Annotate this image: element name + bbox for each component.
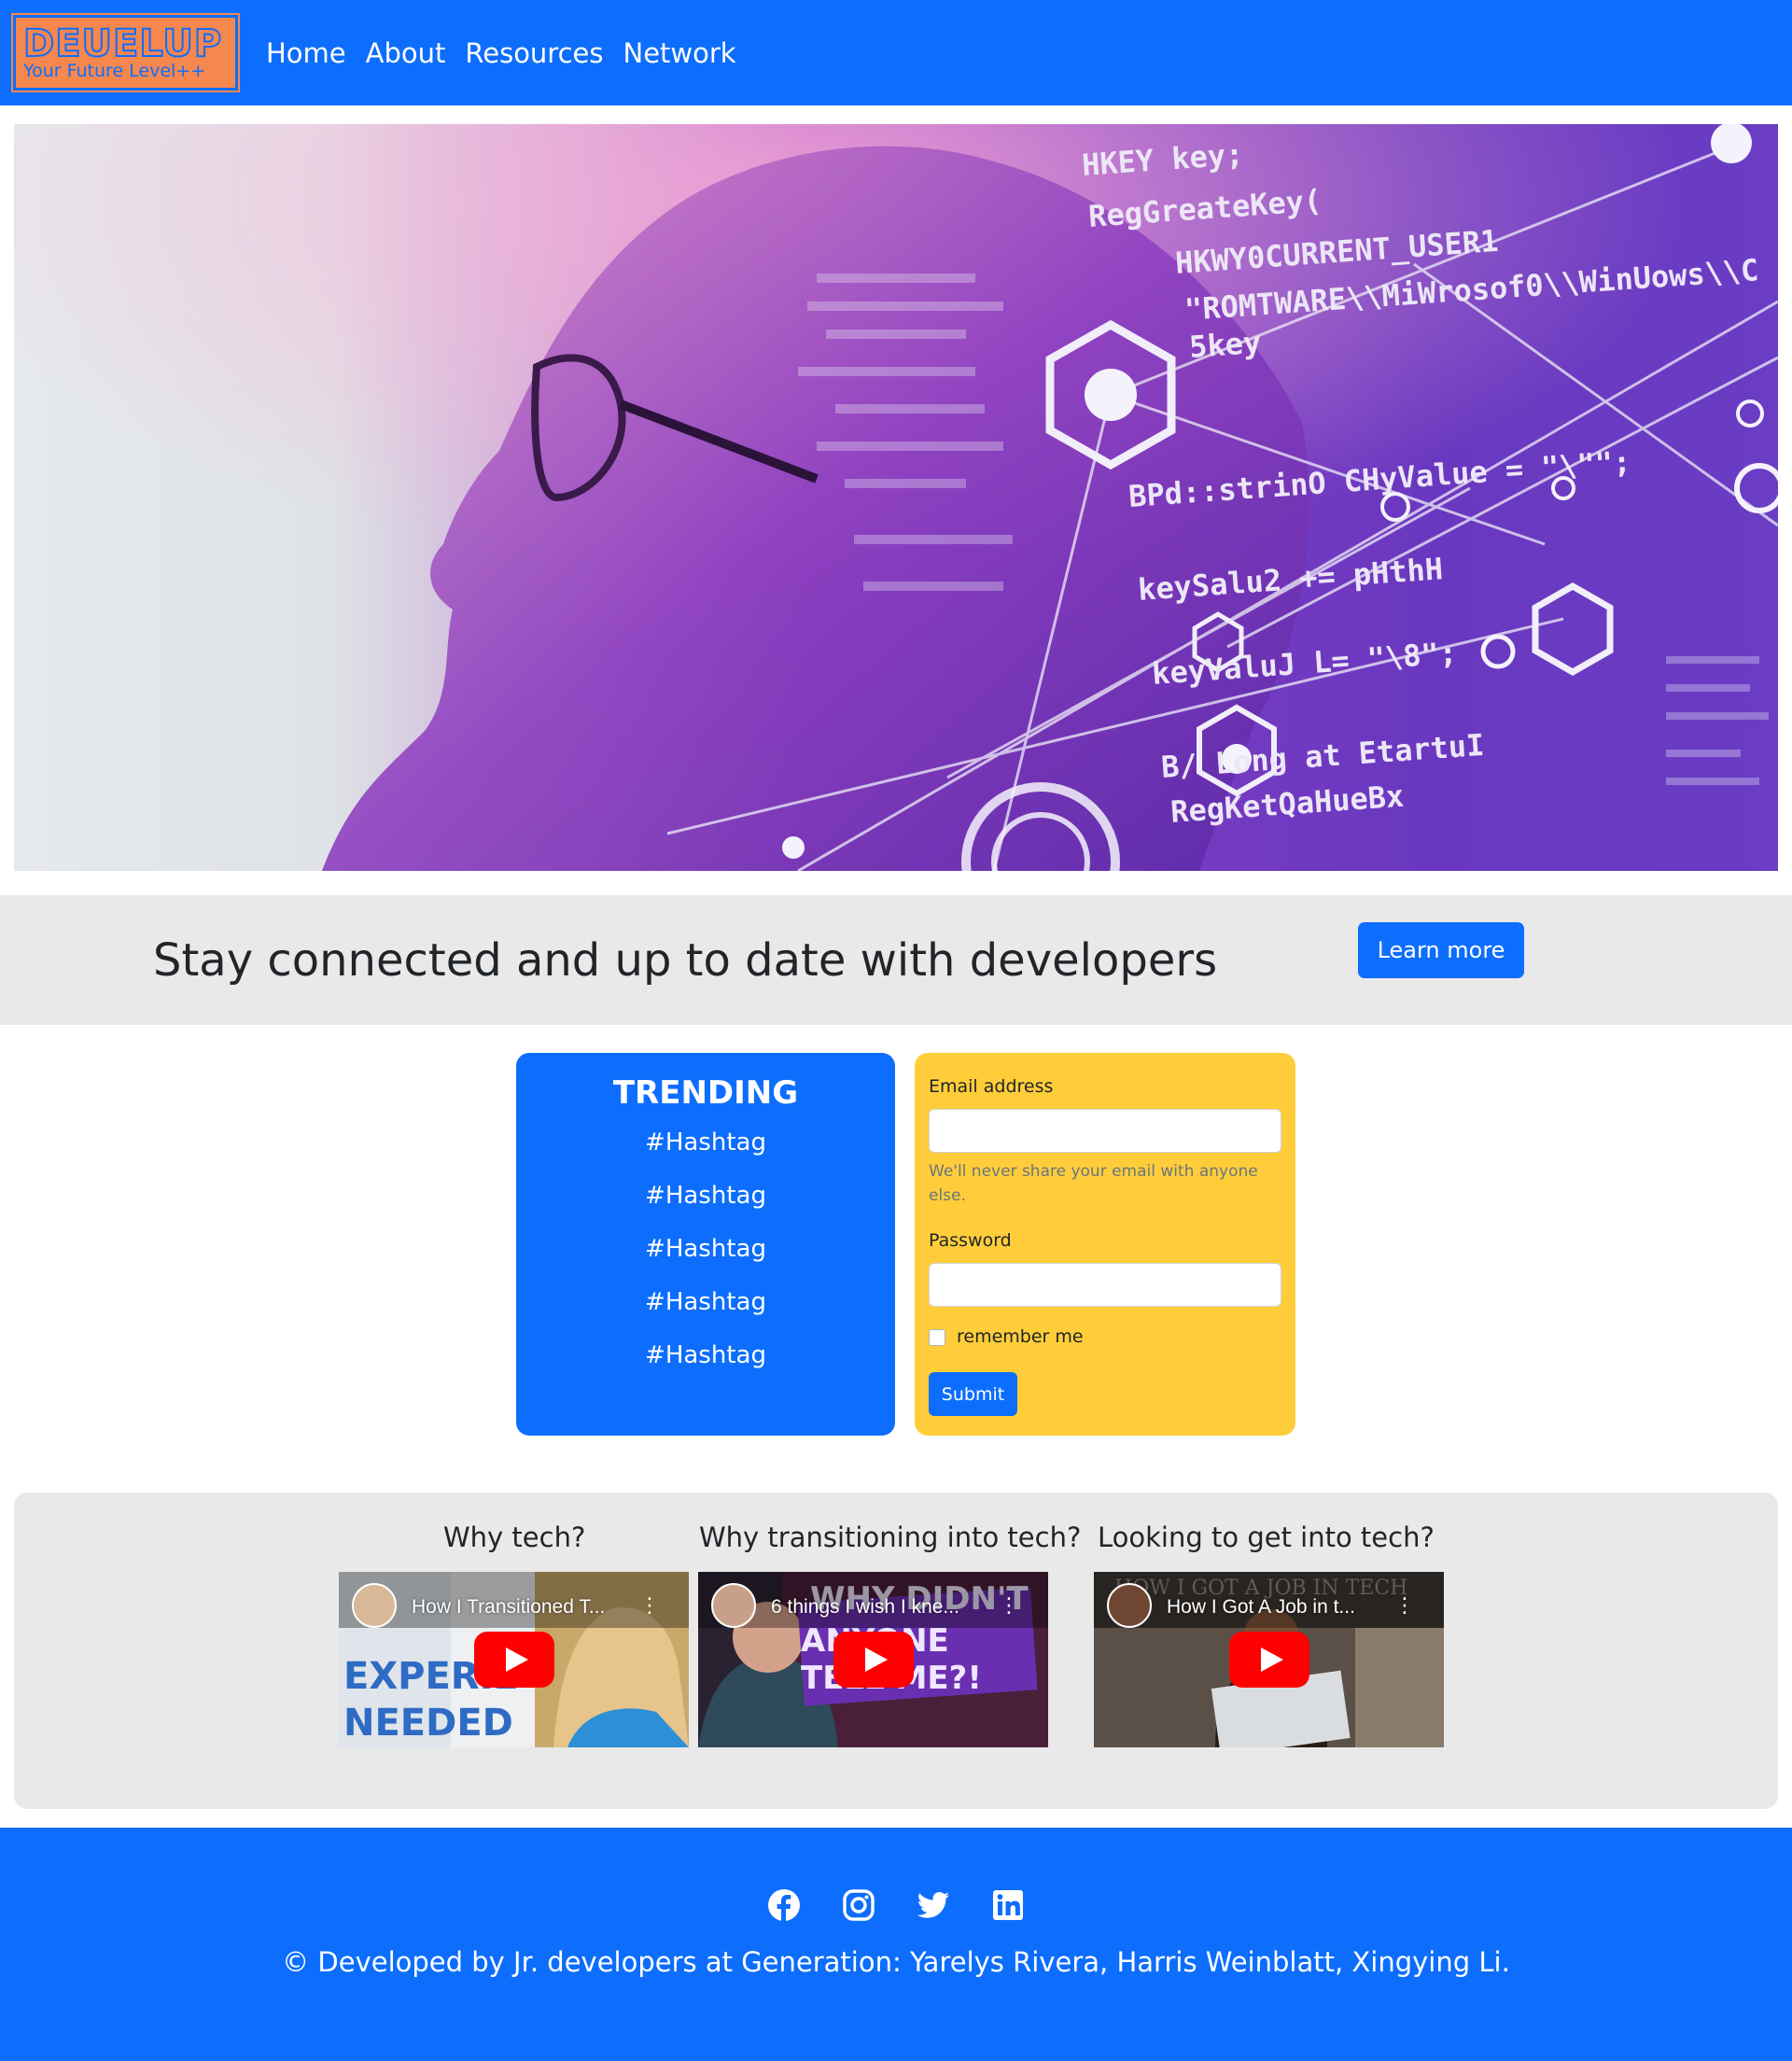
- email-help-text: We'll never share your email with anyone…: [929, 1162, 1258, 1205]
- nav-link-resources[interactable]: Resources: [465, 37, 603, 69]
- video-title: How I Transitioned T...: [412, 1596, 606, 1618]
- brand-logo[interactable]: DEUELUP Your Future Level++: [11, 13, 240, 92]
- banner: Stay connected and up to date with devel…: [0, 895, 1792, 1025]
- facebook-icon[interactable]: [767, 1888, 801, 1922]
- video-heading-get-into-tech: Looking to get into tech?: [1098, 1521, 1435, 1553]
- more-options-icon[interactable]: ⋮: [999, 1594, 1019, 1618]
- play-icon[interactable]: [474, 1632, 554, 1688]
- video-embed-2[interactable]: WHY DIDN'T ANYONE TELL ME?! 6 things I w…: [698, 1572, 1048, 1747]
- nav-links: Home About Resources Network: [266, 0, 756, 105]
- logo-tagline: Your Future Level++: [23, 60, 206, 81]
- trending-hashtag[interactable]: #Hashtag: [516, 1116, 895, 1170]
- video-title: How I Got A Job in t...: [1167, 1596, 1355, 1618]
- trending-hashtag[interactable]: #Hashtag: [516, 1223, 895, 1276]
- hero-illustration: HKEY key; RegGreateKey( HKWY0CURRENT_USE…: [14, 124, 1778, 871]
- banner-title: Stay connected and up to date with devel…: [153, 934, 1218, 987]
- instagram-icon[interactable]: [842, 1888, 875, 1922]
- trending-panel: TRENDING #Hashtag #Hashtag #Hashtag #Has…: [516, 1053, 895, 1436]
- trending-hashtag[interactable]: #Hashtag: [516, 1329, 895, 1382]
- videos-section: Why tech? Why transitioning into tech? L…: [14, 1493, 1778, 1809]
- more-options-icon[interactable]: ⋮: [1394, 1594, 1415, 1618]
- trending-hashtag[interactable]: #Hashtag: [516, 1276, 895, 1329]
- footer: © Developed by Jr. developers at Generat…: [0, 1828, 1792, 2061]
- play-icon[interactable]: [1229, 1632, 1309, 1688]
- navbar: DEUELUP Your Future Level++ Home About R…: [0, 0, 1792, 105]
- nav-link-network[interactable]: Network: [623, 37, 736, 69]
- hero-code-line: 5key: [1188, 325, 1263, 365]
- channel-avatar: [711, 1583, 756, 1628]
- trending-hashtag[interactable]: #Hashtag: [516, 1170, 895, 1223]
- linkedin-icon[interactable]: [991, 1888, 1025, 1922]
- footer-credits: © Developed by Jr. developers at Generat…: [282, 1946, 1510, 1978]
- logo-title: DEUELUP: [22, 21, 223, 65]
- more-options-icon[interactable]: ⋮: [639, 1594, 660, 1618]
- email-field[interactable]: [929, 1109, 1281, 1153]
- submit-button[interactable]: Submit: [929, 1372, 1017, 1416]
- channel-avatar: [1107, 1583, 1152, 1628]
- nav-link-about[interactable]: About: [366, 37, 446, 69]
- password-label: Password: [929, 1230, 1012, 1251]
- hero-image: HKEY key; RegGreateKey( HKWY0CURRENT_USE…: [14, 124, 1778, 871]
- twitter-icon[interactable]: [917, 1888, 950, 1922]
- video-embed-3[interactable]: HOW I GOT A JOB IN TECH How I Got A Job …: [1094, 1572, 1444, 1747]
- remember-me-checkbox[interactable]: [929, 1329, 945, 1346]
- video-heading-transitioning: Why transitioning into tech?: [699, 1521, 1082, 1553]
- email-label: Email address: [929, 1076, 1054, 1097]
- thumb-text: NEEDED: [343, 1702, 513, 1745]
- remember-me-label[interactable]: remember me: [957, 1326, 1084, 1347]
- channel-avatar: [352, 1583, 397, 1628]
- nav-link-home[interactable]: Home: [266, 37, 346, 69]
- trending-title: TRENDING: [612, 1074, 799, 1112]
- video-heading-why-tech: Why tech?: [443, 1521, 586, 1553]
- password-field[interactable]: [929, 1263, 1281, 1307]
- video-title: 6 things I wish I kne...: [771, 1596, 959, 1618]
- login-form: Email address We'll never share your ema…: [915, 1053, 1295, 1436]
- learn-more-button[interactable]: Learn more: [1358, 922, 1524, 978]
- video-embed-1[interactable]: EXPERIE NEEDED How I Transitioned T... ⋮: [339, 1572, 689, 1747]
- play-icon[interactable]: [833, 1632, 914, 1688]
